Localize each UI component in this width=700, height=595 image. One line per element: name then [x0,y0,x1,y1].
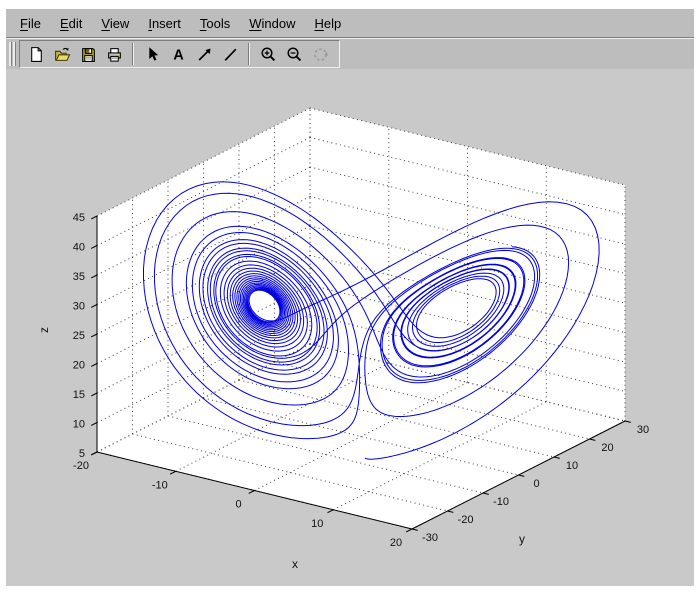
print-button[interactable] [102,42,126,66]
pointer-button[interactable] [140,42,164,66]
x-axis-label: x [292,557,298,571]
toolbar-panel: A [19,40,340,68]
toolbar-separator [248,43,250,65]
rotate-3d-icon [313,47,328,61]
zoom-out-icon [286,46,301,61]
tick-label: -10 [152,479,168,491]
tick-label: 45 [73,212,85,224]
tick-label: 40 [73,242,85,254]
axes-background [97,108,625,529]
tick-label: 30 [73,301,85,313]
open-folder-button[interactable] [50,42,74,66]
menu-file[interactable]: File [20,16,41,31]
toolbar-grip[interactable] [9,42,17,66]
menu-edit[interactable]: Edit [60,16,82,31]
tick-label: 35 [73,271,85,283]
tick-label: 5 [79,448,85,460]
menu-view[interactable]: View [101,16,129,31]
tick-label: -20 [73,460,89,472]
toolbar: A [6,39,694,69]
text-annotation-button[interactable]: A [166,42,190,66]
toolbar-separator [132,43,134,65]
figure-window: File Edit View Insert Tools Window Help A 5 10 1… [6,9,694,586]
line-annotation-icon [224,48,236,61]
tick-label: 25 [73,330,85,342]
menu-insert[interactable]: Insert [148,16,181,31]
menu-mnemonic: F [20,15,28,31]
pointer-icon [148,46,158,61]
new-document-icon [30,46,42,62]
menu-tools[interactable]: Tools [200,16,230,31]
arrow-annotation-icon [198,48,210,61]
rotate-3d-button[interactable] [308,42,332,66]
tick-label: 20 [601,442,613,454]
tick-label: -20 [458,514,474,526]
menu-mnemonic: H [314,15,324,31]
menu-bar: File Edit View Insert Tools Window Help [6,9,694,37]
tick-label: 20 [390,537,402,549]
zoom-in-button[interactable] [256,42,280,66]
lorenz-plot[interactable]: 5 10 15 20 25 30 35 40 45 -20 -10 0 10 20 -30 -20 -10 0 10… [6,69,694,586]
menu-mnemonic: T [199,15,207,31]
tick-label: 0 [533,478,539,490]
menu-window[interactable]: Window [249,16,295,31]
tick-label: 30 [637,424,649,436]
save-button[interactable] [76,42,100,66]
tick-label: 10 [73,419,85,431]
svg-text:A: A [173,47,183,63]
tick-label: -30 [422,532,438,544]
print-icon [107,47,121,62]
open-folder-icon [54,47,70,61]
figure-canvas: 5 10 15 20 25 30 35 40 45 -20 -10 0 10 20 -30 -20 -10 0 10… [6,69,694,586]
tick-label: 15 [73,389,85,401]
menu-mnemonic: E [59,15,69,31]
text-annotation-icon: A [173,47,183,63]
tick-label: 0 [235,499,241,511]
tick-label: 10 [311,518,323,530]
zoom-in-icon [260,46,275,61]
menu-help[interactable]: Help [314,16,341,31]
tick-label: -10 [493,496,509,508]
menu-mnemonic: W [249,15,262,31]
line-annotation-button[interactable] [218,42,242,66]
menu-mnemonic: I [148,15,152,31]
save-icon [81,47,95,62]
tick-label: 20 [73,360,85,372]
z-axis-label: z [37,327,51,333]
arrow-annotation-button[interactable] [192,42,216,66]
new-document-button[interactable] [24,42,48,66]
menu-mnemonic: V [101,15,110,31]
tick-label: 10 [566,460,578,472]
zoom-out-button[interactable] [282,42,306,66]
y-axis-label: y [519,532,525,546]
